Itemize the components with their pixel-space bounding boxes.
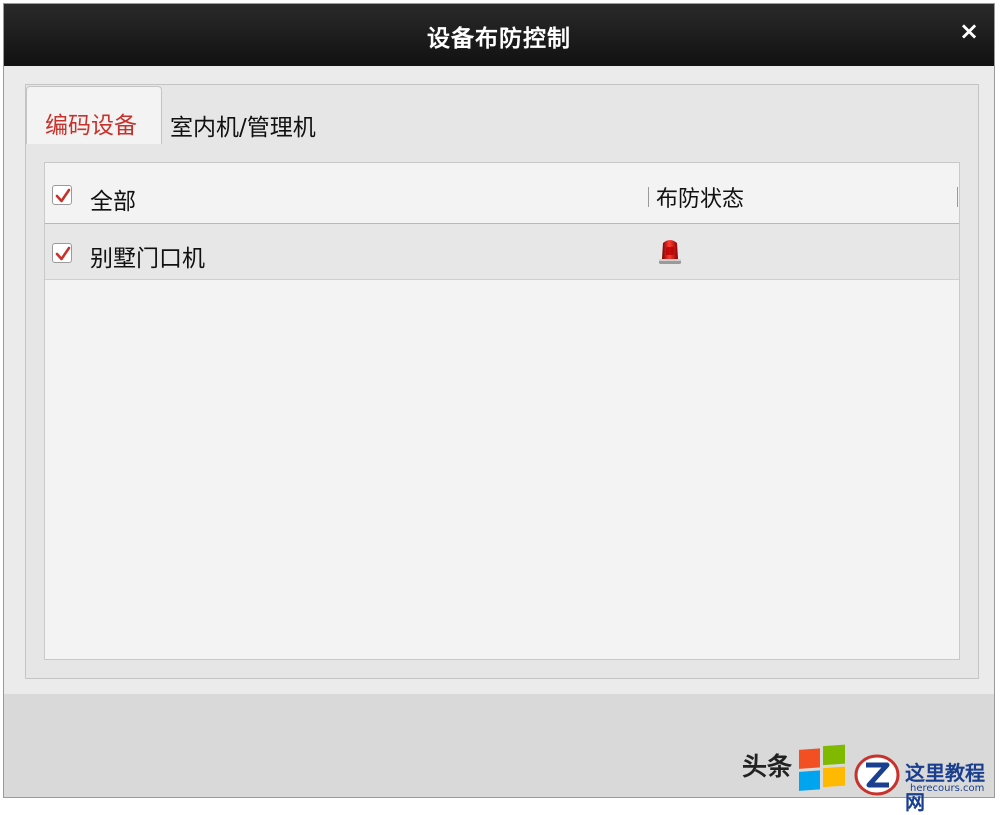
select-all-label: 全部 xyxy=(90,189,136,215)
close-icon[interactable]: × xyxy=(958,19,980,43)
tab-indoor-manager-units[interactable]: 室内机/管理机 xyxy=(166,86,346,144)
column-divider[interactable] xyxy=(648,187,649,207)
checkmark-icon xyxy=(55,188,71,203)
row-checkbox[interactable] xyxy=(52,243,72,263)
device-table: 全部 布防状态 别墅门口机 xyxy=(44,162,960,660)
alarm-siren-icon xyxy=(659,240,681,264)
device-name: 别墅门口机 xyxy=(90,246,205,272)
tab-encoding-devices[interactable]: 编码设备 xyxy=(26,86,162,144)
select-all-checkbox[interactable] xyxy=(52,185,72,205)
arming-status-column-header[interactable]: 布防状态 xyxy=(656,181,744,213)
watermark-site-url: herecours.com xyxy=(910,783,985,794)
column-divider[interactable] xyxy=(957,187,958,207)
arming-control-dialog: 设备布防控制 × 编码设备 室内机/管理机 全部 布防状态 别墅门口机 xyxy=(3,3,995,798)
title-bar: 设备布防控制 × xyxy=(4,4,994,66)
table-header: 全部 布防状态 xyxy=(45,163,959,224)
windows-logo-icon xyxy=(799,744,845,791)
checkmark-icon xyxy=(55,246,71,261)
watermark-text: 头条 xyxy=(742,752,793,781)
site-logo-icon xyxy=(854,754,900,796)
table-row[interactable]: 别墅门口机 xyxy=(45,224,959,280)
dialog-title: 设备布防控制 xyxy=(427,26,571,52)
